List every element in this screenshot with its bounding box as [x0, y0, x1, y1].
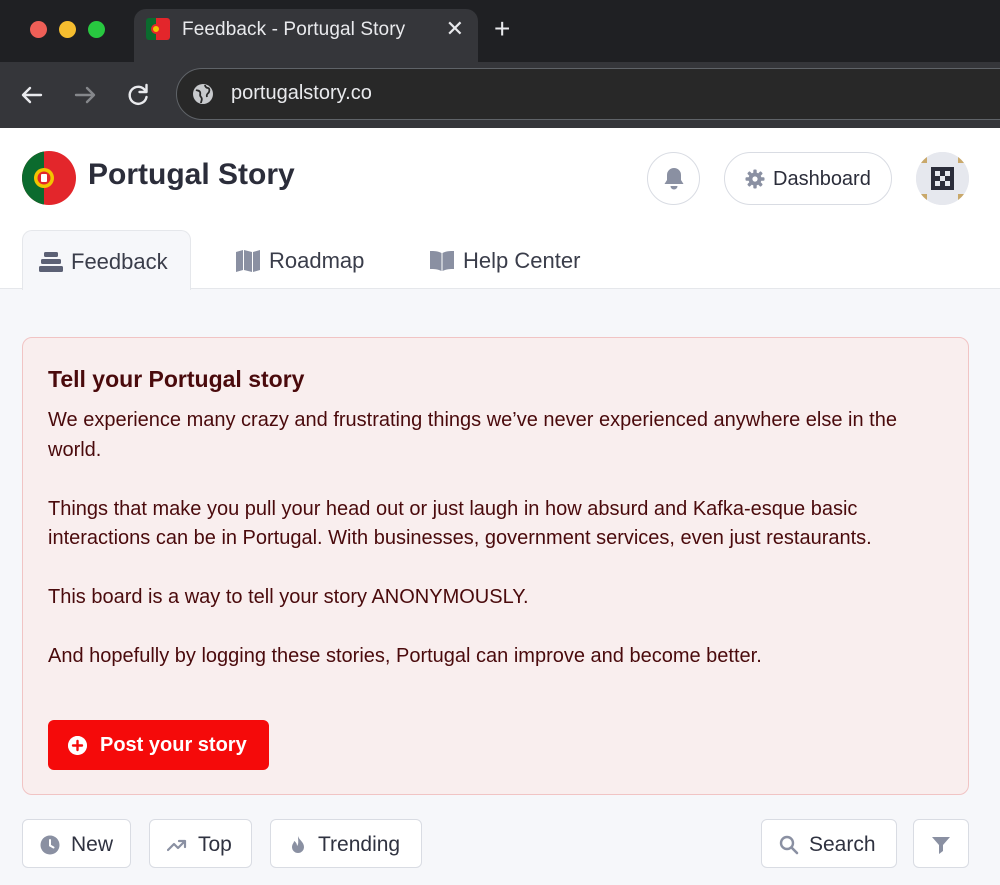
forward-arrow-icon[interactable]: [70, 80, 100, 110]
filter-trending-button[interactable]: Trending: [270, 819, 422, 868]
window-maximize-button[interactable]: [88, 21, 105, 38]
site-header: Portugal Story Dashboard Feedback Roadma…: [0, 128, 1000, 290]
tab-feedback[interactable]: Feedback: [22, 230, 191, 290]
gear-icon: [745, 169, 765, 189]
filter-options-button[interactable]: [913, 819, 969, 868]
close-icon[interactable]: ✕: [446, 16, 464, 42]
portugal-flag-icon: [146, 18, 170, 40]
page-viewport: Portugal Story Dashboard Feedback Roadma…: [0, 128, 1000, 885]
browser-tab-bar: Feedback - Portugal Story ✕ +: [0, 0, 1000, 62]
address-bar[interactable]: portugalstory.co: [176, 68, 1000, 120]
search-label: Search: [809, 833, 876, 856]
filter-top-label: Top: [198, 833, 232, 856]
bell-icon: [664, 168, 684, 190]
board-paragraph: This board is a way to tell your story A…: [48, 586, 529, 608]
plus-circle-icon: [68, 736, 87, 755]
search-button[interactable]: Search: [761, 819, 897, 868]
url-text: portugalstory.co: [231, 82, 372, 104]
notifications-button[interactable]: [647, 152, 700, 205]
tab-roadmap-label: Roadmap: [269, 248, 365, 273]
window-minimize-button[interactable]: [59, 21, 76, 38]
browser-toolbar: portugalstory.co: [0, 62, 1000, 128]
tab-help-center-label: Help Center: [463, 248, 581, 273]
tab-title: Feedback - Portugal Story: [182, 19, 406, 40]
filter-new-button[interactable]: New: [22, 819, 131, 868]
clock-icon: [40, 835, 60, 855]
funnel-icon: [932, 837, 950, 854]
user-avatar[interactable]: [916, 152, 969, 205]
back-arrow-icon[interactable]: [17, 80, 47, 110]
map-icon: [236, 250, 260, 272]
search-icon: [779, 835, 799, 855]
filter-new-label: New: [71, 833, 114, 856]
board-paragraph: We experience many crazy and frustrating…: [48, 409, 897, 461]
window-close-button[interactable]: [30, 21, 47, 38]
dashboard-button[interactable]: Dashboard: [724, 152, 892, 205]
filter-trending-label: Trending: [318, 833, 401, 856]
portugal-flag-logo-icon[interactable]: [22, 151, 76, 205]
post-story-button[interactable]: Post your story: [48, 720, 269, 770]
tray-stack-icon: [39, 252, 63, 272]
post-story-label: Post your story: [100, 734, 247, 756]
brand-name[interactable]: Portugal Story: [88, 158, 295, 192]
trending-up-icon: [167, 839, 187, 852]
filter-top-button[interactable]: Top: [149, 819, 252, 868]
flame-icon: [292, 836, 304, 853]
browser-tab-active[interactable]: Feedback - Portugal Story ✕: [134, 9, 478, 62]
dashboard-label: Dashboard: [773, 168, 871, 190]
board-paragraph: Things that make you pull your head out …: [48, 497, 872, 550]
tab-roadmap[interactable]: Roadmap: [222, 230, 382, 290]
book-icon: [430, 251, 454, 271]
board-paragraph: And hopefully by logging these stories, …: [48, 645, 762, 667]
globe-icon[interactable]: [191, 82, 215, 106]
board-intro-card: Tell your Portugal story We experience m…: [22, 337, 969, 795]
new-tab-button[interactable]: +: [494, 13, 510, 45]
board-title: Tell your Portugal story: [48, 366, 305, 392]
tab-help-center[interactable]: Help Center: [416, 230, 606, 290]
tab-feedback-label: Feedback: [71, 249, 168, 274]
reload-icon[interactable]: [123, 80, 153, 110]
board-description: We experience many crazy and frustrating…: [48, 406, 953, 701]
